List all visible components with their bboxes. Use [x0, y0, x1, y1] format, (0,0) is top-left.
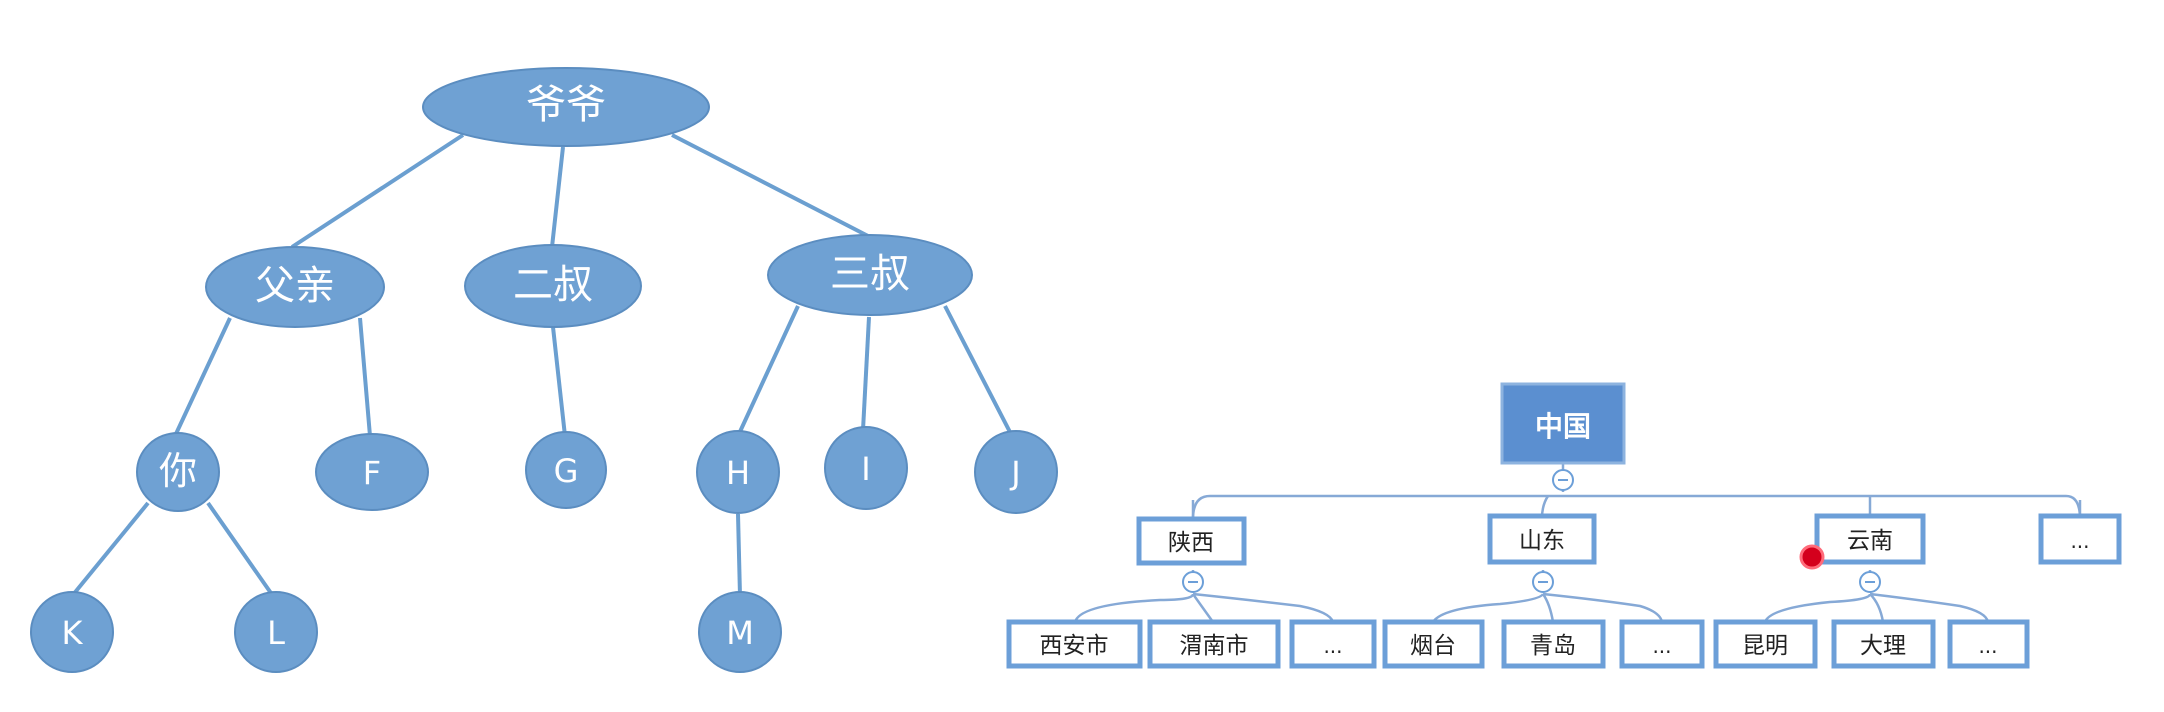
- edge-father-you: [173, 317, 232, 437]
- city-label-qingdao: 青岛: [1530, 633, 1576, 659]
- city-box-qingdao: 青岛: [1501, 619, 1606, 669]
- city-label-shanxi-more: ...: [1323, 634, 1342, 658]
- node-uncle2-label: 二叔: [513, 262, 593, 308]
- node-uncle3: 三叔: [767, 234, 973, 316]
- node-you: 你: [136, 432, 220, 512]
- city-box-shandong-more: ...: [1619, 619, 1705, 669]
- org-chart: 中国 陕西 山东 云南 ... 西安市 渭南市 ... 烟台 青岛 ... 昆明…: [1006, 382, 2122, 669]
- node-k: K: [30, 591, 114, 673]
- node-g-label: G: [554, 452, 579, 490]
- org-province-bus: [1191, 494, 2082, 520]
- laser-pointer-dot: [1799, 544, 1825, 570]
- edge-you-l: [206, 501, 275, 598]
- city-label-weinan: 渭南市: [1180, 633, 1249, 659]
- city-box-shanxi-more: ...: [1289, 619, 1377, 669]
- org-bus-shanxi: [1073, 570, 1335, 623]
- node-father: 父亲: [205, 246, 385, 328]
- edge-uncle3-i: [861, 316, 871, 431]
- city-box-xian: 西安市: [1006, 619, 1143, 669]
- node-uncle2: 二叔: [464, 244, 642, 328]
- node-grandpa-label: 爷爷: [526, 82, 606, 128]
- edge-you-k: [70, 501, 150, 598]
- collapse-toggle-shandong[interactable]: [1532, 571, 1554, 593]
- node-j-label: J: [1009, 454, 1020, 492]
- edge-uncle2-g: [551, 326, 567, 437]
- node-h: H: [696, 430, 780, 514]
- city-label-kunming: 昆明: [1742, 633, 1788, 659]
- org-connectors-level2: [1073, 570, 1990, 623]
- collapse-toggle-shanxi[interactable]: [1182, 571, 1204, 593]
- node-f-label: F: [363, 454, 381, 492]
- org-root-label: 中国: [1535, 410, 1591, 443]
- node-f: F: [315, 433, 429, 511]
- province-box-shanxi: 陕西: [1136, 516, 1247, 566]
- family-tree-edges: [70, 133, 1014, 598]
- node-g: G: [525, 431, 607, 509]
- city-label-dali: 大理: [1860, 633, 1906, 659]
- diagram-stage: 爷爷 父亲 二叔 三叔 你 F G H I J K L M 中国 陕西 山东 云…: [0, 0, 2164, 712]
- edge-uncle3-h: [736, 305, 800, 437]
- node-h-label: H: [726, 454, 750, 492]
- province-label-more: ...: [2070, 529, 2089, 553]
- city-box-yunnan-more: ...: [1947, 619, 2030, 669]
- org-root-node: 中国: [1500, 382, 1626, 465]
- edge-grandpa-uncle3: [671, 133, 871, 239]
- node-m-label: M: [726, 614, 754, 652]
- node-m: M: [698, 591, 782, 673]
- node-k-label: K: [62, 614, 84, 652]
- edge-father-f: [358, 317, 372, 437]
- edge-uncle3-j: [943, 305, 1014, 437]
- city-label-xian: 西安市: [1040, 633, 1109, 659]
- diagram-canvas: 爷爷 父亲 二叔 三叔 你 F G H I J K L M 中国 陕西 山东 云…: [30, 67, 2122, 673]
- province-label-shandong: 山东: [1519, 528, 1565, 554]
- province-label-yunnan: 云南: [1847, 528, 1893, 554]
- collapse-toggle-root[interactable]: [1552, 469, 1574, 491]
- node-j: J: [974, 430, 1058, 514]
- node-l-label: L: [267, 614, 285, 652]
- province-box-more: ...: [2038, 513, 2122, 565]
- node-grandpa: 爷爷: [422, 67, 710, 147]
- node-you-label: 你: [159, 449, 197, 493]
- edge-grandpa-father: [290, 133, 465, 249]
- node-l: L: [234, 591, 318, 673]
- city-box-weinan: 渭南市: [1147, 619, 1281, 669]
- node-i: I: [824, 426, 908, 510]
- edge-h-m: [736, 513, 742, 597]
- family-tree: 爷爷 父亲 二叔 三叔 你 F G H I J K L M: [30, 67, 1058, 673]
- city-label-yantai: 烟台: [1410, 633, 1456, 659]
- province-label-shanxi: 陕西: [1168, 530, 1214, 556]
- city-label-shandong-more: ...: [1652, 634, 1671, 658]
- city-box-yantai: 烟台: [1382, 619, 1485, 669]
- province-box-yunnan: 云南: [1814, 513, 1926, 565]
- province-box-shandong: 山东: [1487, 513, 1597, 565]
- edge-grandpa-uncle2: [550, 146, 565, 248]
- org-connectors-level1: [1191, 463, 2082, 520]
- node-i-label: I: [861, 450, 870, 488]
- node-father-label: 父亲: [255, 263, 335, 309]
- city-label-yunnan-more: ...: [1978, 634, 1997, 658]
- city-box-dali: 大理: [1831, 619, 1936, 669]
- node-uncle3-label: 三叔: [830, 251, 910, 297]
- collapse-toggle-yunnan[interactable]: [1859, 571, 1881, 593]
- city-box-kunming: 昆明: [1713, 619, 1818, 669]
